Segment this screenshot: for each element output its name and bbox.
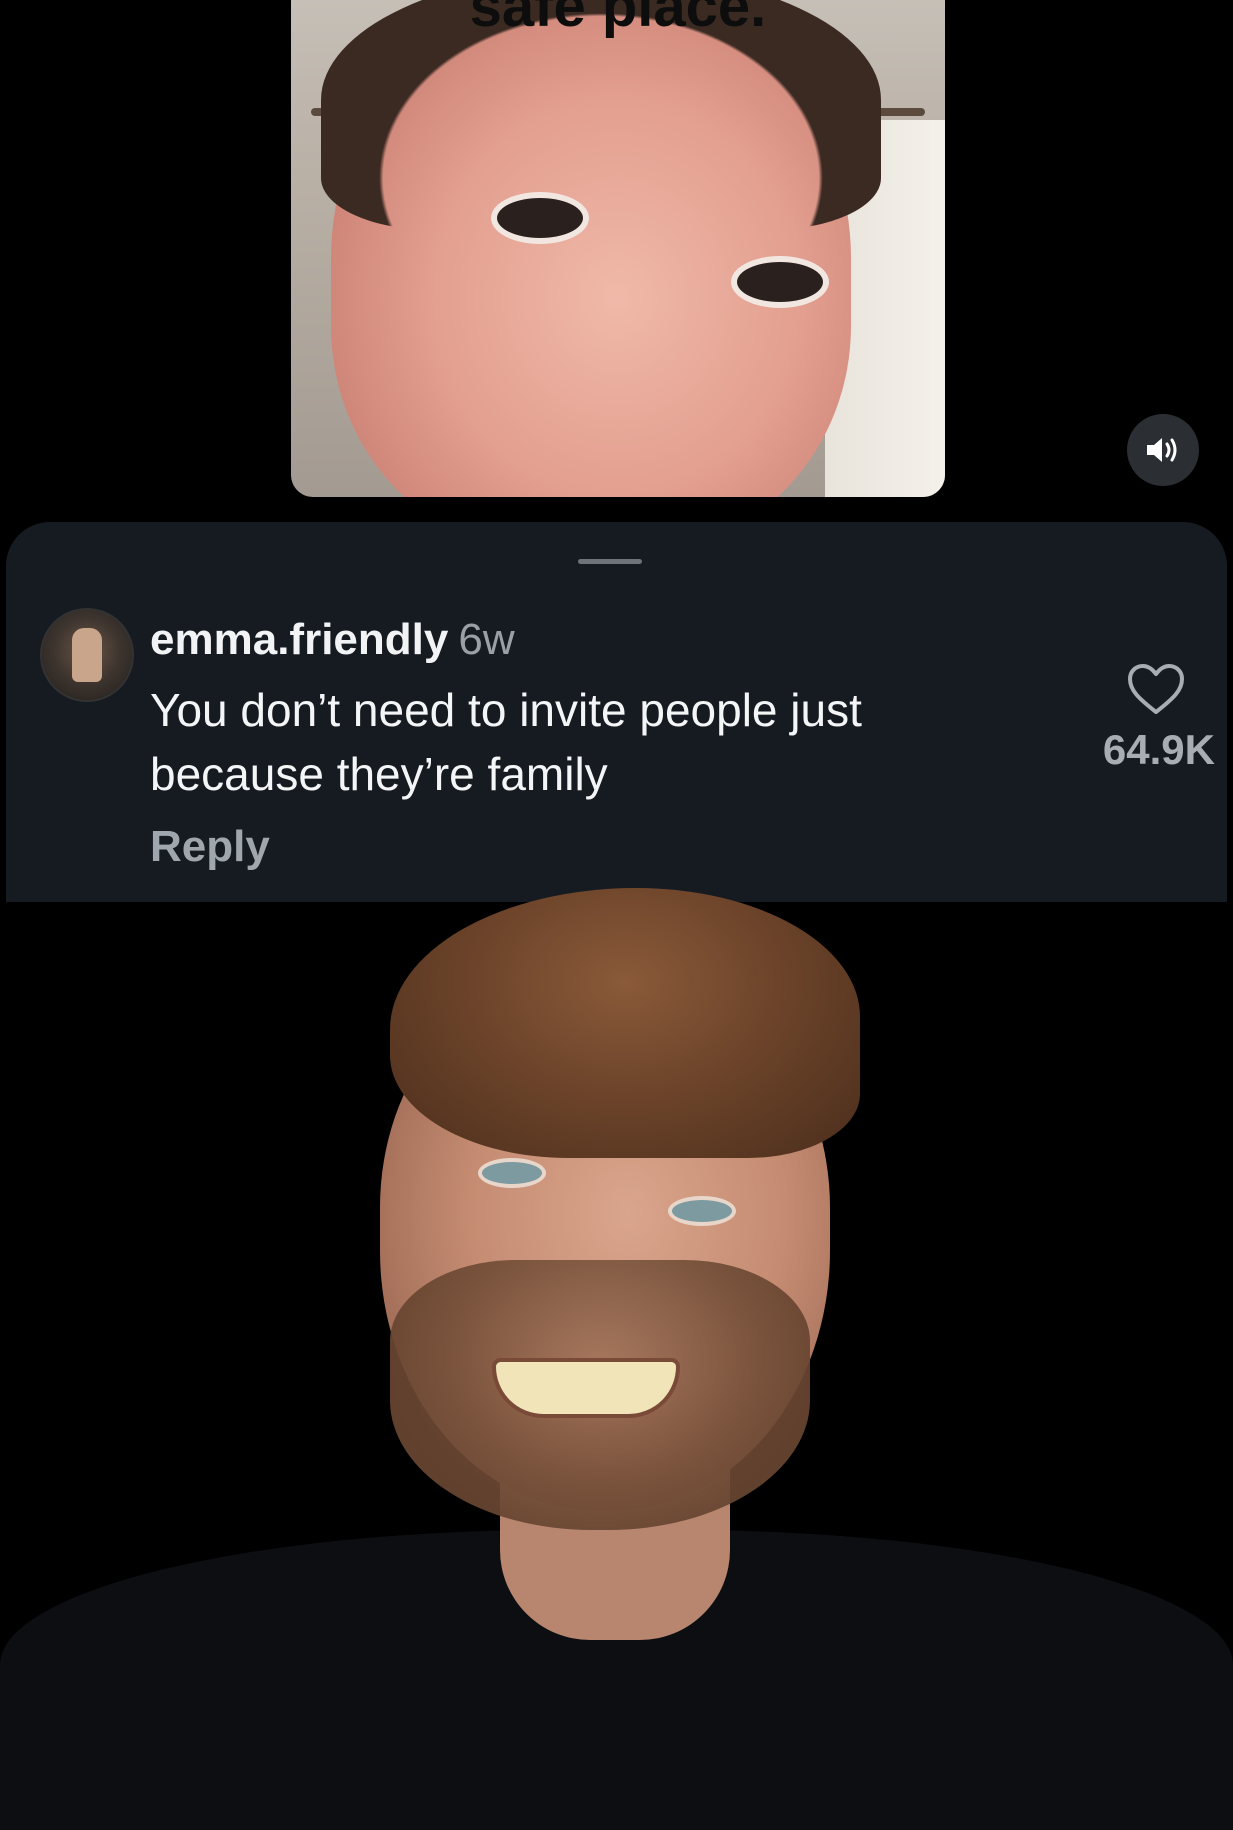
volume-button[interactable] — [1127, 414, 1199, 486]
comment-timestamp: 6w — [458, 615, 515, 664]
volume-icon — [1147, 438, 1177, 462]
presenter-eye-left — [478, 1158, 546, 1188]
presenter-eye-right — [668, 1196, 736, 1226]
presenter-hair — [390, 888, 860, 1158]
sheet-grab-handle[interactable] — [578, 559, 642, 564]
comment-username[interactable]: emma.friendly — [150, 615, 448, 664]
like-count: 64.9K — [1102, 726, 1215, 773]
woman-eye-left — [491, 192, 589, 244]
top-video-frame[interactable]: safe place. — [291, 0, 945, 497]
heart-icon — [1128, 664, 1184, 714]
like-button[interactable] — [1126, 662, 1186, 718]
woman-eye-right — [731, 256, 829, 308]
comment-text: You don’t need to invite people just bec… — [150, 684, 862, 800]
reply-button[interactable]: Reply — [150, 822, 270, 872]
comment-header: emma.friendly 6w — [150, 614, 515, 666]
comment-sheet: emma.friendly 6w You don’t need to invite… — [6, 522, 1227, 902]
video-caption: safe place. — [469, 0, 767, 39]
avatar[interactable] — [40, 608, 134, 702]
presenter — [0, 880, 1233, 1830]
presenter-smile — [492, 1358, 680, 1418]
avatar-figure — [72, 628, 102, 682]
